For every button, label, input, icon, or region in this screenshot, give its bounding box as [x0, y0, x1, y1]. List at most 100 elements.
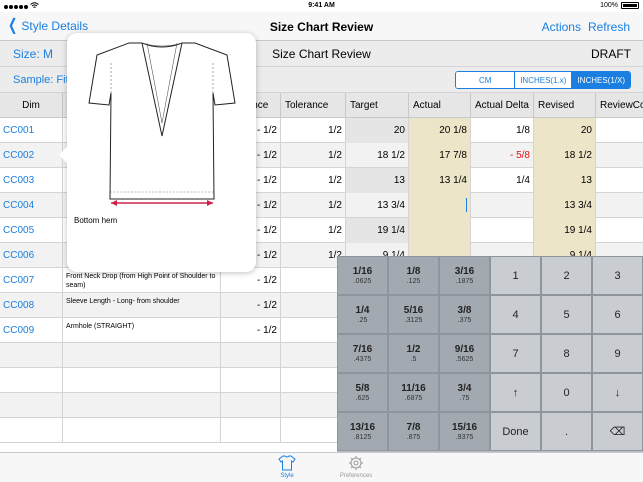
- number-key[interactable]: 6: [592, 295, 643, 334]
- tab-style[interactable]: Style: [267, 455, 307, 479]
- number-key-label: 1: [512, 269, 519, 282]
- revised-input[interactable]: 13: [533, 168, 595, 193]
- fraction-key[interactable]: 9/16.5625: [439, 334, 490, 373]
- tolerance-plus-cell: 1/2: [280, 168, 345, 193]
- fraction-key[interactable]: 1/8.125: [388, 256, 439, 295]
- dim-code[interactable]: CC005: [0, 218, 62, 243]
- actual-input[interactable]: [408, 218, 470, 243]
- number-key[interactable]: 2: [541, 256, 592, 295]
- dim-code: [0, 393, 62, 418]
- review-comments-input[interactable]: [595, 118, 643, 143]
- fraction-key[interactable]: 5/16.3125: [388, 295, 439, 334]
- number-key-label: 7: [512, 347, 519, 360]
- measurement-popover: Bottom hem: [59, 33, 256, 272]
- dim-code[interactable]: CC002: [0, 143, 62, 168]
- refresh-button[interactable]: Refresh: [588, 20, 630, 34]
- number-key[interactable]: ⌫: [592, 412, 643, 451]
- tolerance-plus-cell: [280, 368, 345, 393]
- actual-input[interactable]: [408, 193, 470, 218]
- number-key[interactable]: 1: [490, 256, 541, 295]
- actual-input[interactable]: 13 1/4: [408, 168, 470, 193]
- number-key[interactable]: 5: [541, 295, 592, 334]
- shirt-icon: [278, 455, 296, 471]
- number-key[interactable]: .: [541, 412, 592, 451]
- column-header-review-comments[interactable]: ReviewComments: [595, 93, 643, 118]
- number-key[interactable]: 4: [490, 295, 541, 334]
- dim-code: [0, 418, 62, 443]
- fraction-key[interactable]: 5/8.625: [337, 373, 388, 412]
- actual-delta-cell: - 5/8: [470, 143, 533, 168]
- number-key-label: 4: [512, 308, 519, 321]
- measurement-caption: Bottom hem: [74, 216, 118, 225]
- dim-code[interactable]: CC006: [0, 243, 62, 268]
- number-key-label: 9: [614, 347, 621, 360]
- column-header-tolerance[interactable]: Tolerance: [280, 93, 345, 118]
- unit-option-cm[interactable]: CM: [456, 72, 515, 88]
- revised-input[interactable]: 20: [533, 118, 595, 143]
- column-header-revised[interactable]: Revised: [533, 93, 595, 118]
- dimension-description: [62, 343, 220, 368]
- tolerance-minus-cell: [220, 343, 280, 368]
- fraction-key[interactable]: 7/8.875: [388, 412, 439, 451]
- tab-preferences[interactable]: Preferences: [336, 455, 376, 479]
- fraction-key-label: 13/16: [349, 422, 376, 433]
- review-comments-input[interactable]: [595, 193, 643, 218]
- actions-button[interactable]: Actions: [542, 20, 581, 34]
- dim-code[interactable]: CC001: [0, 118, 62, 143]
- unit-option-inches-decimal[interactable]: INCHES(1.x): [514, 72, 572, 88]
- review-comments-input[interactable]: [595, 168, 643, 193]
- column-header-target[interactable]: Target: [345, 93, 408, 118]
- dimension-description: [62, 368, 220, 393]
- fraction-key-label: 1/8: [406, 266, 421, 277]
- revised-input[interactable]: 18 1/2: [533, 143, 595, 168]
- fraction-key[interactable]: 3/8.375: [439, 295, 490, 334]
- unit-option-inches-fraction[interactable]: INCHES(1/X): [571, 72, 630, 88]
- fraction-key[interactable]: 1/2.5: [388, 334, 439, 373]
- fraction-key[interactable]: 15/16.9375: [439, 412, 490, 451]
- tolerance-plus-cell: [280, 318, 345, 343]
- dim-code[interactable]: CC008: [0, 293, 62, 318]
- actual-delta-cell: 1/8: [470, 118, 533, 143]
- number-key[interactable]: 3: [592, 256, 643, 295]
- column-header-actual[interactable]: Actual: [408, 93, 470, 118]
- actual-delta-cell: [470, 218, 533, 243]
- dim-code[interactable]: CC004: [0, 193, 62, 218]
- column-header-dim[interactable]: Dim: [0, 93, 62, 118]
- number-key[interactable]: ↓: [592, 373, 643, 412]
- back-button[interactable]: ❮ Style Details: [6, 18, 88, 34]
- tolerance-plus-cell: 1/2: [280, 118, 345, 143]
- sample-selector[interactable]: Sample: Fit: [13, 74, 69, 86]
- actual-delta-cell: 1/4: [470, 168, 533, 193]
- tolerance-minus-cell: - 1/2: [220, 293, 280, 318]
- number-key[interactable]: 9: [592, 334, 643, 373]
- number-key[interactable]: ↑: [490, 373, 541, 412]
- dim-code[interactable]: CC007: [0, 268, 62, 293]
- number-key[interactable]: Done: [490, 412, 541, 451]
- actual-input[interactable]: 20 1/8: [408, 118, 470, 143]
- number-key-label: 8: [563, 347, 570, 360]
- revised-input[interactable]: 13 3/4: [533, 193, 595, 218]
- column-header-actual-delta[interactable]: Actual Delta: [470, 93, 533, 118]
- number-key[interactable]: 0: [541, 373, 592, 412]
- fraction-key[interactable]: 3/16.1875: [439, 256, 490, 295]
- dim-code: [0, 368, 62, 393]
- fraction-key[interactable]: 1/16.0625: [337, 256, 388, 295]
- actual-input[interactable]: 17 7/8: [408, 143, 470, 168]
- fraction-key-decimal: .5625: [455, 356, 474, 363]
- fraction-key[interactable]: 13/16.8125: [337, 412, 388, 451]
- dimension-description: Sleeve Length - Long- from shoulder: [62, 293, 220, 318]
- fraction-key[interactable]: 3/4.75: [439, 373, 490, 412]
- number-key-label: 5: [563, 308, 570, 321]
- review-comments-input[interactable]: [595, 143, 643, 168]
- number-key[interactable]: 7: [490, 334, 541, 373]
- review-comments-input[interactable]: [595, 218, 643, 243]
- fraction-key[interactable]: 11/16.6875: [388, 373, 439, 412]
- dim-code[interactable]: CC009: [0, 318, 62, 343]
- number-key[interactable]: 8: [541, 334, 592, 373]
- battery-area: 100%: [600, 2, 639, 9]
- fraction-key[interactable]: 7/16.4375: [337, 334, 388, 373]
- revised-input[interactable]: 19 1/4: [533, 218, 595, 243]
- fraction-key[interactable]: 1/4.25: [337, 295, 388, 334]
- dim-code[interactable]: CC003: [0, 168, 62, 193]
- fraction-key-decimal: .9375: [455, 434, 474, 441]
